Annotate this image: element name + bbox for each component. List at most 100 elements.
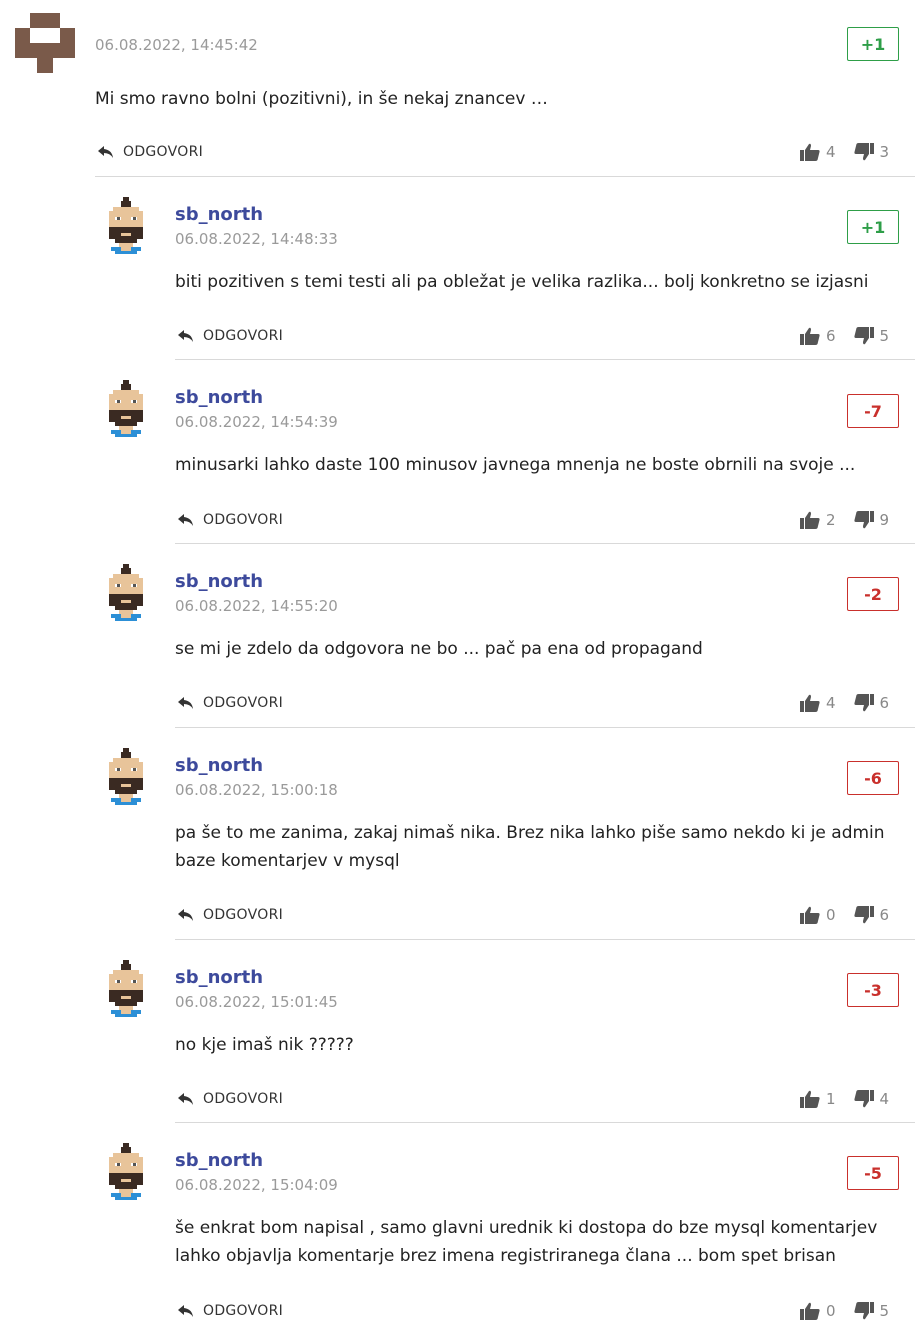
comment-text: biti pozitiven s temi testi ali pa oblež…: [175, 272, 869, 292]
reply-button[interactable]: ODGOVORI: [177, 907, 283, 923]
downvote-count: 9: [879, 511, 890, 529]
comment-date: 06.08.2022, 14:45:42: [95, 36, 258, 54]
vote-controls: 4 6: [800, 694, 889, 712]
upvote-count: 2: [826, 511, 836, 529]
upvote-count: 0: [826, 1302, 836, 1320]
thumbs-down-icon: [854, 1302, 874, 1320]
thumbs-up-icon: [800, 327, 820, 345]
score-badge: -7: [847, 394, 899, 428]
downvote-button[interactable]: 4: [854, 1090, 890, 1108]
divider: [175, 939, 915, 940]
divider: [175, 1122, 915, 1123]
comment-text-line-2: lahko objavlja komentarje brez imena reg…: [175, 1246, 836, 1266]
comment-text-line-2: baze komentarjev v mysql: [175, 851, 400, 871]
thumbs-up-icon: [800, 1302, 820, 1320]
downvote-button[interactable]: 6: [854, 694, 890, 712]
comment-date: 06.08.2022, 14:54:39: [175, 413, 338, 431]
comment-text: no kje imaš nik ?????: [175, 1035, 354, 1055]
upvote-button[interactable]: 2: [800, 511, 836, 529]
downvote-button[interactable]: 9: [854, 511, 890, 529]
reply-button[interactable]: ODGOVORI: [177, 1091, 283, 1107]
thumbs-down-icon: [854, 327, 874, 345]
reply-arrow-icon: [177, 513, 195, 527]
thumbs-up-icon: [800, 1090, 820, 1108]
thumbs-up-icon: [800, 511, 820, 529]
comment-text: se mi je zdelo da odgovora ne bo ... pač…: [175, 639, 703, 659]
downvote-count: 6: [879, 906, 890, 924]
author-name[interactable]: sb_north: [175, 571, 263, 592]
reply-arrow-icon: [177, 329, 195, 343]
thumbs-up-icon: [800, 143, 820, 161]
vote-controls: 0 6: [800, 906, 889, 924]
comment-text-line-1: pa še to me zanima, zakaj nimaš nika. Br…: [175, 823, 885, 843]
bearded-man-avatar-icon[interactable]: [101, 380, 151, 440]
reply-label: ODGOVORI: [203, 328, 284, 344]
score-badge: +1: [847, 210, 899, 244]
bearded-man-avatar-icon[interactable]: [101, 1143, 151, 1203]
reply-button[interactable]: ODGOVORI: [177, 512, 283, 528]
downvote-button[interactable]: 5: [854, 1302, 890, 1320]
author-name[interactable]: sb_north: [175, 967, 263, 988]
upvote-count: 1: [826, 1090, 836, 1108]
bearded-man-avatar-icon[interactable]: [101, 960, 151, 1020]
bearded-man-avatar-icon[interactable]: [101, 197, 151, 257]
upvote-button[interactable]: 1: [800, 1090, 836, 1108]
author-name[interactable]: sb_north: [175, 755, 263, 776]
score-badge: +1: [847, 27, 899, 61]
reply-arrow-icon: [97, 145, 115, 159]
upvote-button[interactable]: 0: [800, 1302, 836, 1320]
upvote-button[interactable]: 0: [800, 906, 836, 924]
score-badge: -6: [847, 761, 899, 795]
upvote-button[interactable]: 4: [800, 694, 836, 712]
reply-arrow-icon: [177, 1304, 195, 1318]
reply-button[interactable]: ODGOVORI: [177, 328, 283, 344]
reply-button[interactable]: ODGOVORI: [97, 144, 203, 160]
divider: [95, 176, 915, 177]
upvote-button[interactable]: 6: [800, 327, 836, 345]
comment-text: minusarki lahko daste 100 minusov javneg…: [175, 455, 856, 475]
reply-label: ODGOVORI: [203, 907, 284, 923]
vote-controls: 2 9: [800, 511, 889, 529]
downvote-count: 5: [879, 1302, 890, 1320]
score-badge: -5: [847, 1156, 899, 1190]
upvote-button[interactable]: 4: [800, 143, 836, 161]
downvote-count: 5: [879, 327, 890, 345]
score-badge: -2: [847, 577, 899, 611]
reply-label: ODGOVORI: [203, 1303, 284, 1319]
upvote-count: 4: [826, 143, 836, 161]
downvote-count: 6: [879, 694, 890, 712]
divider: [175, 359, 915, 360]
thumbs-up-icon: [800, 694, 820, 712]
reply-button[interactable]: ODGOVORI: [177, 695, 283, 711]
reply-label: ODGOVORI: [203, 695, 284, 711]
downvote-button[interactable]: 3: [854, 143, 890, 161]
thumbs-up-icon: [800, 906, 820, 924]
comment-date: 06.08.2022, 14:48:33: [175, 230, 338, 248]
downvote-count: 4: [879, 1090, 890, 1108]
bearded-man-avatar-icon[interactable]: [101, 748, 151, 808]
reply-label: ODGOVORI: [123, 144, 204, 160]
reply-label: ODGOVORI: [203, 1091, 284, 1107]
comment-text-line-1: še enkrat bom napisal , samo glavni ured…: [175, 1218, 878, 1238]
vote-controls: 0 5: [800, 1302, 889, 1320]
vote-controls: 6 5: [800, 327, 889, 345]
vote-controls: 1 4: [800, 1090, 889, 1108]
reply-button[interactable]: ODGOVORI: [177, 1303, 283, 1319]
author-name[interactable]: sb_north: [175, 204, 263, 225]
upvote-count: 0: [826, 906, 836, 924]
thumbs-down-icon: [854, 143, 874, 161]
reply-label: ODGOVORI: [203, 512, 284, 528]
downvote-count: 3: [879, 143, 890, 161]
pattern-avatar-icon[interactable]: [15, 13, 75, 73]
divider: [175, 727, 915, 728]
comment-date: 06.08.2022, 15:01:45: [175, 993, 338, 1011]
comment-date: 06.08.2022, 15:00:18: [175, 781, 338, 799]
downvote-button[interactable]: 6: [854, 906, 890, 924]
author-name[interactable]: sb_north: [175, 387, 263, 408]
bearded-man-avatar-icon[interactable]: [101, 564, 151, 624]
thumbs-down-icon: [854, 694, 874, 712]
comment-date: 06.08.2022, 15:04:09: [175, 1176, 338, 1194]
downvote-button[interactable]: 5: [854, 327, 890, 345]
author-name[interactable]: sb_north: [175, 1150, 263, 1171]
reply-arrow-icon: [177, 696, 195, 710]
